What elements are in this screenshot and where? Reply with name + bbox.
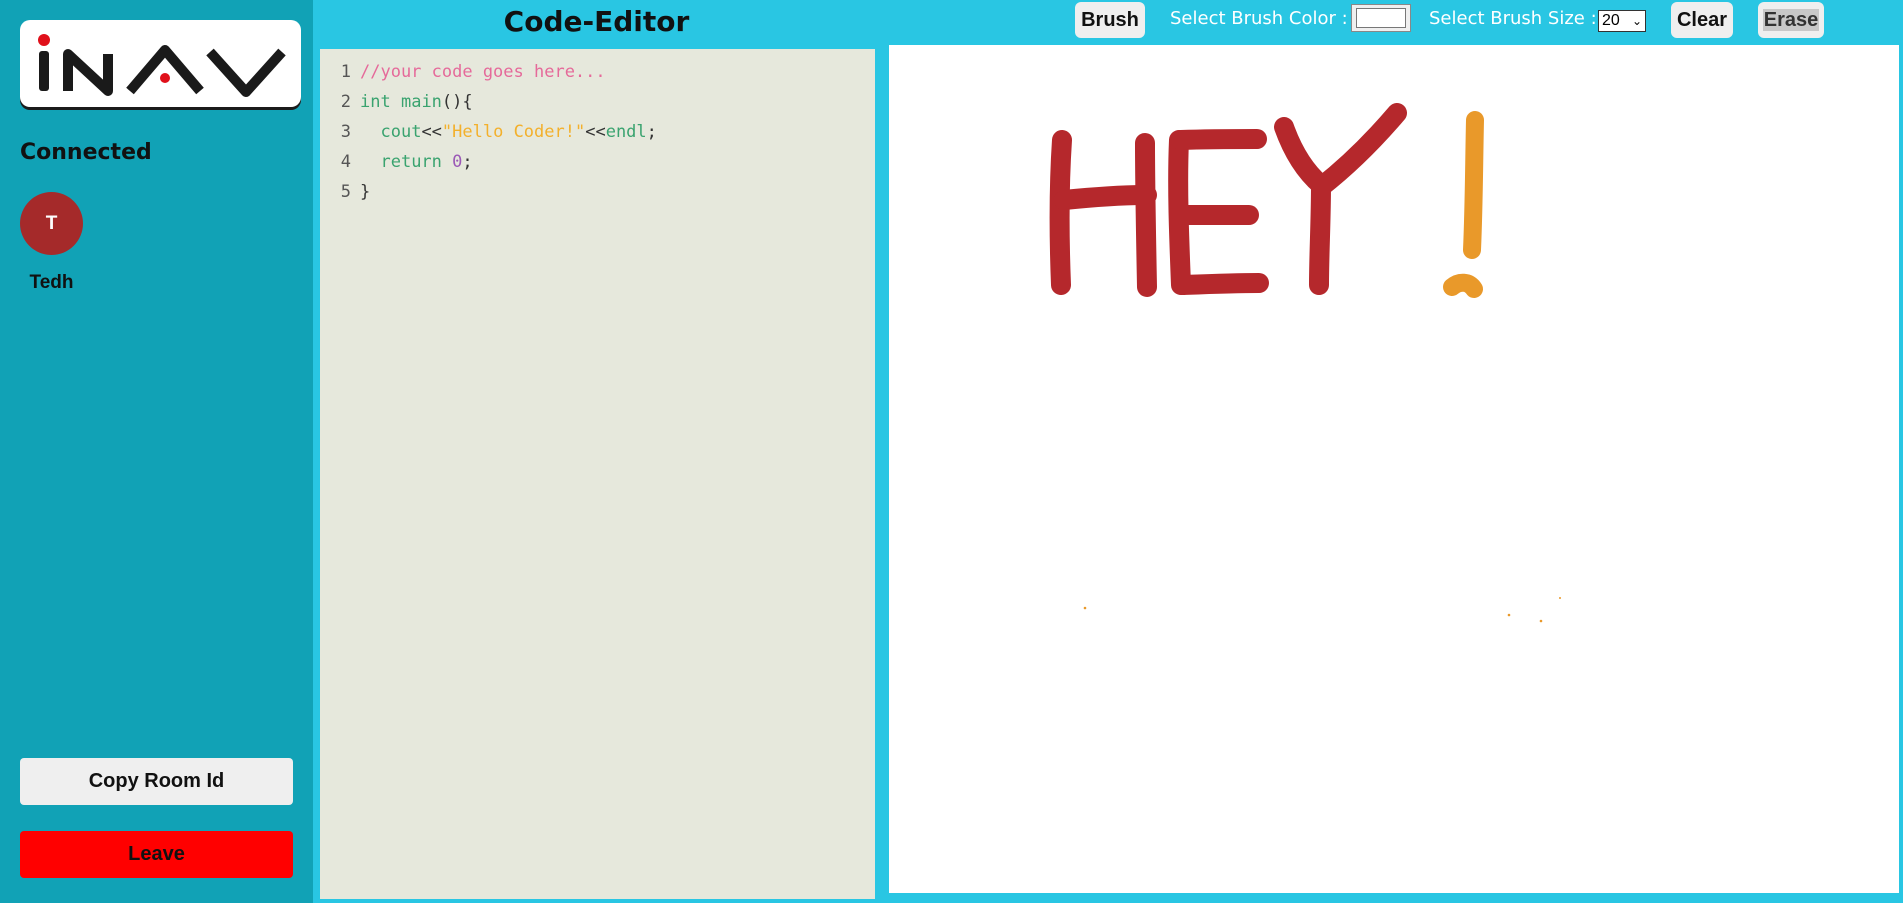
sidebar: iNAV Connected T Tedh Copy Room Id Leave xyxy=(0,0,313,903)
brush-color-swatch xyxy=(1356,8,1406,28)
code-token: cout xyxy=(380,122,422,142)
leave-button[interactable]: Leave xyxy=(20,831,293,878)
code-text: int main(){ xyxy=(360,87,473,117)
line-number: 5 xyxy=(340,182,351,202)
hand-drawn-stroke xyxy=(1173,273,1269,295)
clear-button[interactable]: Clear xyxy=(1671,2,1733,38)
line-number: 4 xyxy=(340,152,351,172)
brush-color-label: Select Brush Color : xyxy=(1170,8,1348,29)
code-line[interactable]: 1 //your code goes here... xyxy=(320,57,875,87)
hand-drawn-stroke xyxy=(1049,130,1072,295)
logo-stroke-i xyxy=(39,51,49,91)
code-editor[interactable]: 1//your code goes here... 2 int main(){3 c… xyxy=(320,49,875,899)
brush-size-label: Select Brush Size : xyxy=(1429,8,1597,29)
paint-speck xyxy=(1539,619,1543,623)
code-token: << xyxy=(421,122,442,142)
code-line[interactable]: 5} xyxy=(320,177,875,207)
user-name: Tedh xyxy=(29,272,74,293)
hand-drawn-stroke xyxy=(1171,129,1267,150)
hand-drawn-stroke xyxy=(1463,111,1484,259)
code-token: (){ xyxy=(441,92,473,112)
drawing-canvas[interactable] xyxy=(889,45,1899,893)
brush-color-input[interactable] xyxy=(1351,4,1411,32)
code-token: << xyxy=(585,122,606,142)
code-line[interactable]: 3 cout<<"Hello Coder!"<<endl; xyxy=(320,117,875,147)
erase-button-label: Erase xyxy=(1762,8,1820,31)
line-number: 1 xyxy=(340,62,351,82)
code-token: main xyxy=(400,92,442,112)
logo-dot xyxy=(160,73,170,83)
canvas-drawing xyxy=(1049,103,1561,623)
code-token: ; xyxy=(646,122,657,142)
code-token: "Hello Coder!" xyxy=(441,122,586,142)
code-text: } xyxy=(360,177,370,207)
page-title: Code-Editor xyxy=(503,5,690,38)
copy-room-id-button[interactable]: Copy Room Id xyxy=(20,758,293,805)
brush-size-select[interactable]: 20 ⌄ xyxy=(1598,10,1646,32)
avatar: T xyxy=(20,192,83,255)
hand-drawn-stroke xyxy=(1135,133,1157,297)
line-number: 2 xyxy=(340,92,351,112)
line-number: 3 xyxy=(340,122,351,142)
code-token: //your code goes here... xyxy=(360,62,606,82)
paint-speck xyxy=(1083,606,1087,610)
code-line[interactable]: 2 int main(){ xyxy=(320,87,875,117)
inav-logo: iNAV xyxy=(20,20,301,107)
brush-button[interactable]: Brush xyxy=(1075,2,1145,38)
brush-size-value: 20 xyxy=(1602,12,1620,29)
code-text: return 0; xyxy=(360,147,473,177)
paint-speck xyxy=(1507,613,1511,617)
hand-drawn-stroke xyxy=(1309,175,1331,295)
hand-drawn-stroke xyxy=(1311,103,1407,197)
hand-drawn-stroke xyxy=(1054,185,1157,210)
logo-stroke-a xyxy=(126,45,204,95)
logo-stroke-v xyxy=(206,48,286,97)
connected-heading: Connected xyxy=(20,140,152,165)
code-token: ; xyxy=(462,152,473,172)
code-token: int xyxy=(360,92,391,112)
code-token: return xyxy=(380,152,442,172)
inav-logo-icon xyxy=(38,34,286,97)
code-text: cout<<"Hello Coder!"<<endl; xyxy=(360,117,657,147)
paint-speck xyxy=(1559,597,1561,599)
chevron-down-icon: ⌄ xyxy=(1631,14,1642,28)
code-token: } xyxy=(360,182,371,202)
erase-button[interactable]: Erase xyxy=(1758,2,1824,38)
logo-dot xyxy=(38,34,50,46)
code-token: endl xyxy=(605,122,647,142)
logo-stroke-n xyxy=(63,49,113,96)
code-line[interactable]: 4 return 0; xyxy=(320,147,875,177)
hand-drawn-stroke xyxy=(1443,273,1483,298)
code-token: 0 xyxy=(452,152,463,172)
code-text: //your code goes here... xyxy=(360,57,606,87)
hand-drawn-stroke xyxy=(1274,117,1331,195)
